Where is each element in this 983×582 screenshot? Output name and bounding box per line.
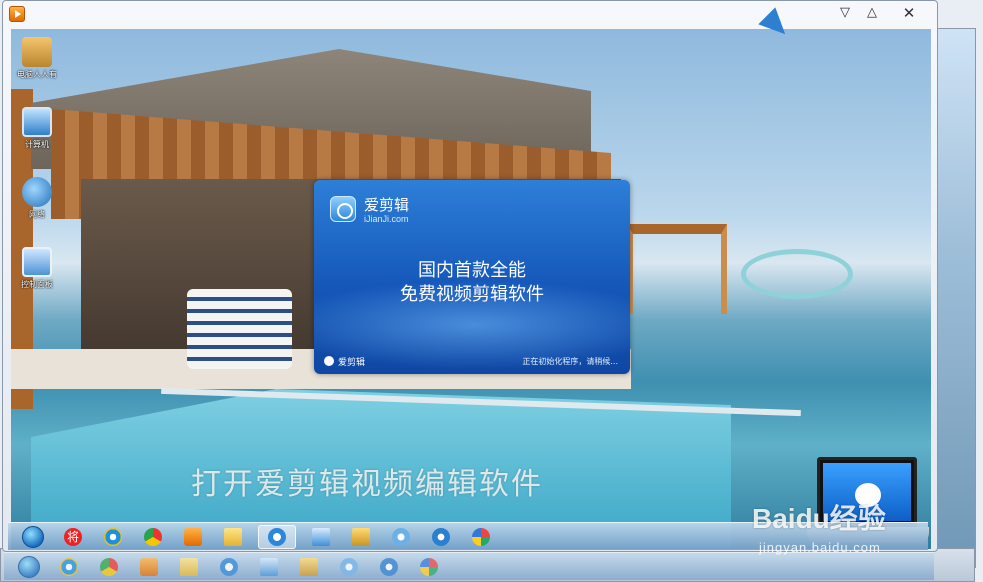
start-button-echo [14, 555, 44, 579]
taskbar-item-folder[interactable] [218, 525, 248, 549]
folder-icon [180, 557, 198, 576]
taskbar-echo-item [94, 555, 124, 579]
taskbar-item-bird-app[interactable] [386, 525, 416, 549]
start-orb-icon [18, 555, 40, 578]
explorer-icon [352, 527, 370, 546]
splash-footer-name: 爱剪辑 [338, 358, 366, 368]
ie-icon [60, 557, 78, 576]
paint-icon [472, 527, 490, 546]
title-bar[interactable]: ▽ △ ✕ [3, 1, 937, 27]
splash-footer-icon [324, 356, 334, 366]
bird-app-icon [392, 527, 410, 546]
chrome-icon [100, 557, 118, 576]
striped-sofa [187, 289, 292, 369]
taskbar-item-paint[interactable] [466, 525, 496, 549]
splash-app-name: 爱剪辑 [364, 196, 410, 214]
computer-icon [22, 107, 52, 137]
video-caption: 打开爱剪辑视频编辑软件 [191, 467, 543, 502]
video-frame-desktop: 电脑人人有 计算机 网络 控制面板 爱剪辑 iJianJi.com 国内首款全能… [11, 29, 931, 549]
bird-app-icon [340, 557, 358, 576]
close-button[interactable]: ✕ [899, 4, 919, 22]
taskbar-echo-item [414, 555, 444, 579]
desktop-icon-label: 计算机 [25, 140, 49, 149]
taskbar-echo-item [254, 555, 284, 579]
taskbar-item-explorer[interactable] [346, 525, 376, 549]
taskbar-echo-item [174, 555, 204, 579]
aijianji-logo-icon [330, 196, 356, 222]
taskbar-echo-item [134, 555, 164, 579]
aijianji-splash-dialog: 爱剪辑 iJianJi.com 国内首款全能 免费视频剪辑软件 爱剪辑 正在初始… [314, 180, 630, 374]
player-window: ▽ △ ✕ 电脑人人有 计算机 网络 控制面板 爱剪辑 iJianJi.com … [2, 0, 938, 552]
paint-icon [420, 557, 438, 576]
desktop-icon-computer[interactable]: 计算机 [13, 107, 61, 150]
ie-icon [104, 527, 122, 546]
explorer-icon [300, 557, 318, 576]
splash-headline-1: 国内首款全能 [418, 260, 526, 281]
media-player-icon [140, 557, 158, 576]
chrome-icon [144, 527, 162, 546]
user-folder-icon [22, 37, 52, 67]
splash-headline-2: 免费视频剪辑软件 [400, 284, 544, 305]
baidu-watermark-url: jingyan.baidu.com [759, 540, 881, 555]
taskbar-echo-item [294, 555, 324, 579]
desktop-icon-label: 电脑人人有 [17, 70, 57, 79]
desktop-icon-label: 网络 [29, 210, 45, 219]
taskbar-item-film-app[interactable] [426, 525, 456, 549]
maximize-button[interactable]: △ [862, 4, 882, 22]
start-button[interactable] [18, 525, 48, 549]
taskbar-item-jiang[interactable]: 将 [58, 525, 88, 549]
taskbar-echo-item [54, 555, 84, 579]
minimize-button[interactable]: ▽ [835, 4, 855, 22]
baidu-watermark: Baidu经验 [752, 503, 886, 534]
taskbar-item-chrome[interactable] [138, 525, 168, 549]
taskbar-item-aijianji[interactable] [258, 524, 296, 549]
ring-sculpture [741, 249, 853, 299]
control-panel-icon [312, 527, 330, 546]
taskbar-echo-item [374, 555, 404, 579]
jiang-app-icon: 将 [64, 527, 82, 546]
taskbar-item-media-player[interactable] [178, 525, 208, 549]
start-orb-icon [22, 525, 44, 548]
folder-icon [224, 527, 242, 546]
film-app-icon [380, 557, 398, 576]
desktop-icon-network[interactable]: 网络 [13, 177, 61, 220]
network-icon [22, 177, 52, 207]
aijianji-icon [268, 527, 286, 546]
desktop-icon-user[interactable]: 电脑人人有 [13, 37, 61, 80]
taskbar-item-ie[interactable] [98, 525, 128, 549]
player-app-icon[interactable] [9, 6, 25, 22]
media-player-icon [184, 527, 202, 546]
film-app-icon [432, 527, 450, 546]
taskbar-echo-item [214, 555, 244, 579]
taskbar-echo [4, 552, 934, 580]
desktop-icon-label: 控制面板 [21, 280, 53, 289]
aijianji-icon [220, 557, 238, 576]
taskbar-item-control-panel[interactable] [306, 525, 336, 549]
taskbar-echo-item [334, 555, 364, 579]
desktop-icon-control-panel[interactable]: 控制面板 [13, 247, 61, 290]
splash-domain: iJianJi.com [364, 214, 409, 224]
control-panel-icon [22, 247, 52, 277]
splash-status-text: 正在初始化程序，请稍候... [522, 357, 618, 366]
pergola [627, 224, 727, 314]
control-panel-icon [260, 557, 278, 576]
